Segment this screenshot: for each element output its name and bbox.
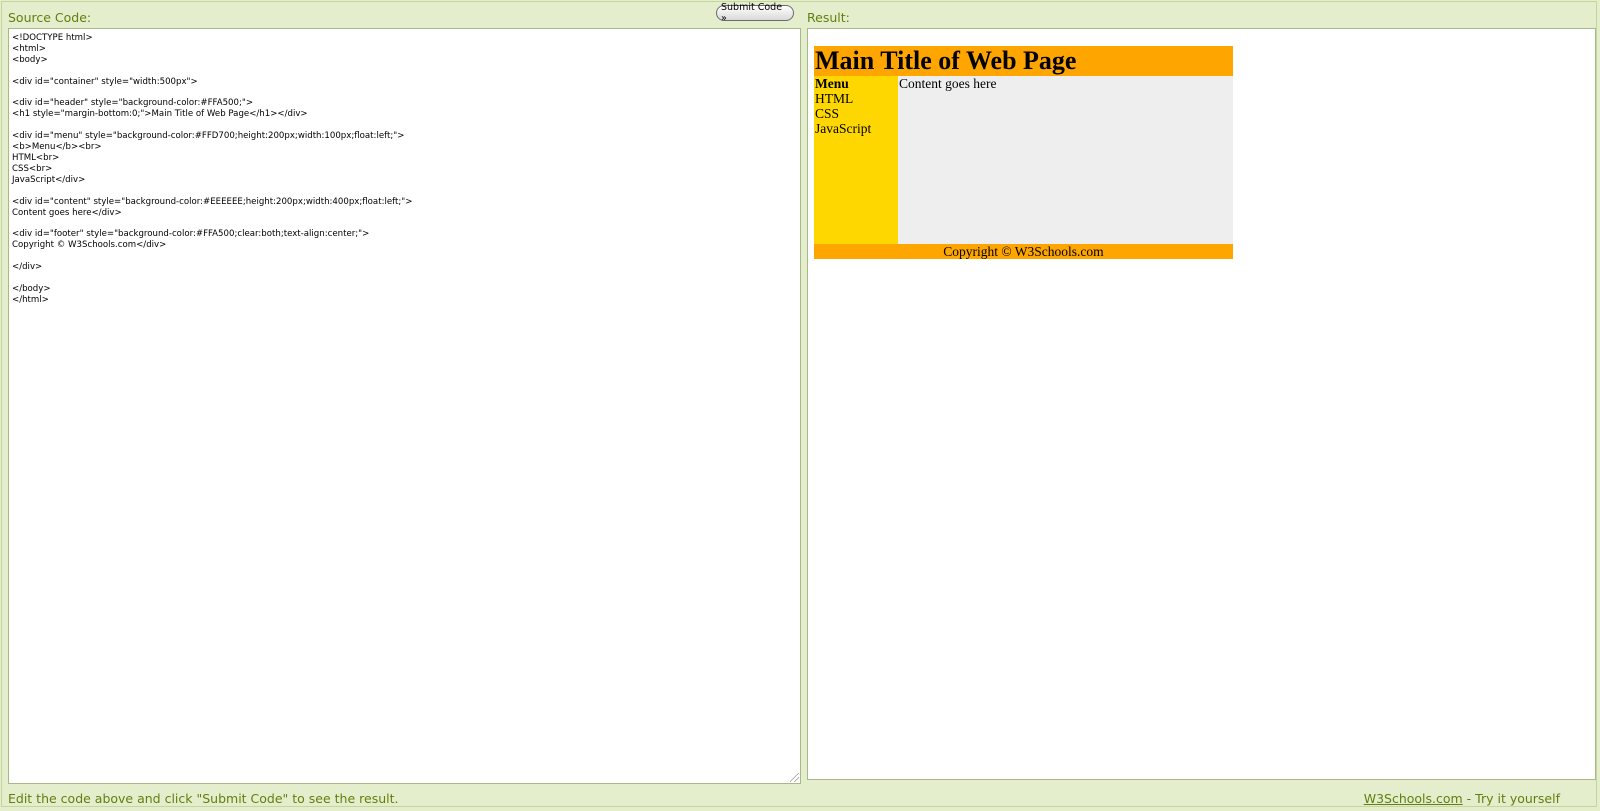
result-container: Main Title of Web Page Menu HTML CSS Jav… xyxy=(814,46,1233,259)
result-frame: Main Title of Web Page Menu HTML CSS Jav… xyxy=(807,28,1596,780)
footer-credit: W3Schools.com - Try it yourself xyxy=(1364,791,1560,806)
result-menu-item-javascript: JavaScript xyxy=(815,121,872,136)
result-menu: Menu HTML CSS JavaScript xyxy=(814,76,898,244)
source-code-editor[interactable]: <!DOCTYPE html> <html> <body> <div id="c… xyxy=(8,28,801,784)
result-header: Main Title of Web Page xyxy=(814,46,1233,76)
result-page-title: Main Title of Web Page xyxy=(815,46,1077,75)
source-code-text[interactable]: <!DOCTYPE html> <html> <body> <div id="c… xyxy=(12,33,412,306)
submit-code-button[interactable]: Submit Code » xyxy=(716,2,794,24)
resize-handle[interactable] xyxy=(790,773,799,782)
result-menu-item-css: CSS xyxy=(815,106,840,121)
w3schools-link[interactable]: W3Schools.com xyxy=(1364,791,1463,806)
result-content: Content goes here xyxy=(898,76,1233,244)
footer-hint: Edit the code above and click "Submit Co… xyxy=(8,791,399,806)
source-code-label: Source Code: xyxy=(8,10,92,25)
result-label: Result: xyxy=(807,10,850,25)
result-menu-heading: Menu xyxy=(815,76,849,91)
footer-suffix: - Try it yourself xyxy=(1462,791,1560,806)
result-footer: Copyright © W3Schools.com xyxy=(814,244,1233,259)
result-menu-item-html: HTML xyxy=(815,91,854,106)
